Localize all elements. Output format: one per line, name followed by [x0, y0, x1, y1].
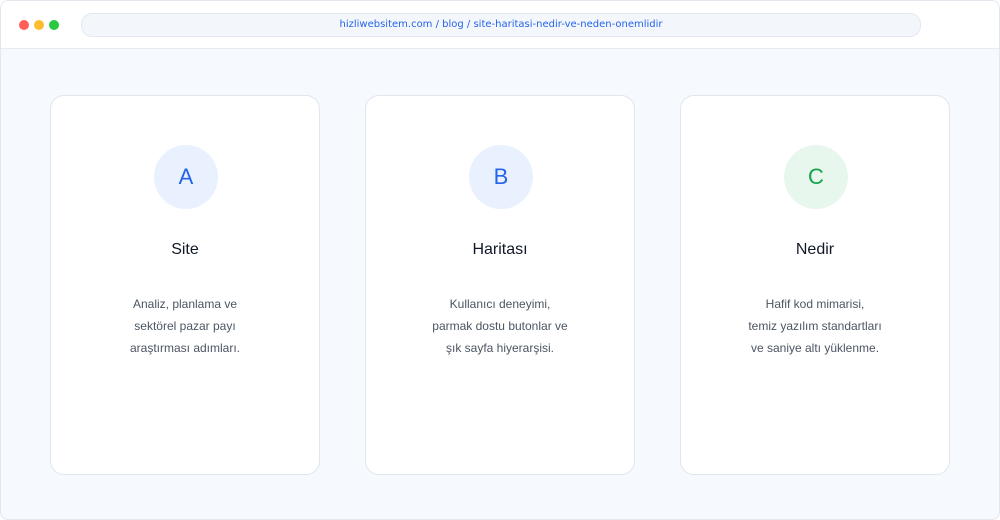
- feature-card-nedir: C Nedir Hafif kod mimarisi, temiz yazılı…: [680, 95, 950, 475]
- feature-card-site: A Site Analiz, planlama ve sektörel paza…: [50, 95, 320, 475]
- card-description-line: Hafif kod mimarisi,: [765, 297, 865, 311]
- card-description-line: ve saniye altı yüklenme.: [750, 341, 880, 355]
- card-description: Analiz, planlama ve sektörel pazar payı …: [51, 293, 319, 359]
- card-description-line: şık sayfa hiyerarşisi.: [445, 341, 555, 355]
- card-description-line: Kullanıcı deneyimi,: [449, 297, 551, 311]
- minimize-window-button[interactable]: [34, 20, 44, 30]
- letter-badge: B: [469, 145, 533, 209]
- card-title: Site: [171, 241, 199, 258]
- card-description-line: sektörel pazar payı: [134, 319, 236, 333]
- browser-window: hizliwebsitem.com / blog / site-haritasi…: [0, 0, 1000, 520]
- letter-badge: C: [784, 145, 848, 209]
- browser-titlebar: hizliwebsitem.com / blog / site-haritasi…: [1, 1, 999, 49]
- address-bar[interactable]: hizliwebsitem.com / blog / site-haritasi…: [81, 13, 921, 37]
- close-window-button[interactable]: [19, 20, 29, 30]
- letter-badge: A: [154, 145, 218, 209]
- feature-card-haritasi: B Haritası Kullanıcı deneyimi, parmak do…: [365, 95, 635, 475]
- card-description-line: araştırması adımları.: [129, 341, 241, 355]
- card-description-line: parmak dostu butonlar ve: [432, 319, 568, 333]
- card-description: Hafif kod mimarisi, temiz yazılım standa…: [681, 293, 949, 359]
- card-description: Kullanıcı deneyimi, parmak dostu butonla…: [366, 293, 634, 359]
- card-title: Haritası: [472, 241, 528, 258]
- card-description-line: temiz yazılım standartları: [748, 319, 882, 333]
- card-description-line: Analiz, planlama ve: [132, 297, 238, 311]
- maximize-window-button[interactable]: [49, 20, 59, 30]
- card-title: Nedir: [795, 241, 835, 258]
